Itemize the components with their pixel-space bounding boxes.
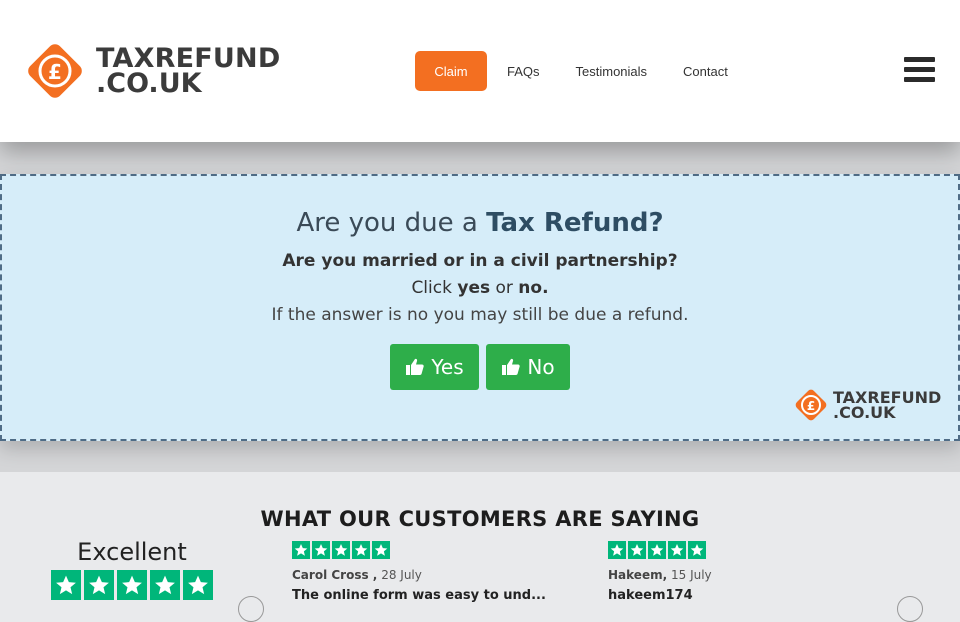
- review-meta: Carol Cross , 28 July: [292, 568, 422, 582]
- quiz-panel: Are you due a Tax Refund? Are you marrie…: [0, 174, 960, 441]
- star-icon: [332, 541, 350, 559]
- panel-logo: £ TAXREFUND .CO.UK: [792, 386, 941, 424]
- panel-logo-line2: .CO.UK: [833, 403, 896, 422]
- star-icon: [312, 541, 330, 559]
- reviewer-name: Hakeem: [608, 568, 663, 582]
- star-icon: [150, 570, 180, 600]
- quiz-question: Are you married or in a civil partnershi…: [282, 251, 678, 271]
- review-date: 15 July: [670, 568, 712, 582]
- site-header: £ TAXREFUND .CO.UK Claim FAQs Testimonia…: [0, 0, 960, 142]
- review-meta: Hakeem, 15 July: [608, 568, 712, 582]
- quiz-instruction: Click yes or no.: [411, 278, 549, 298]
- reviewer-name: Carol Cross: [292, 568, 369, 582]
- star-icon: [688, 541, 706, 559]
- quiz-title: Are you due a Tax Refund?: [296, 208, 664, 238]
- review-stars: [292, 541, 390, 559]
- star-icon: [668, 541, 686, 559]
- review-text[interactable]: The online form was easy to und...: [292, 588, 546, 603]
- reviews-heading: WHAT OUR CUSTOMERS ARE SAYING: [260, 507, 700, 531]
- star-icon: [117, 570, 147, 600]
- pound-logo-icon: £: [22, 38, 88, 104]
- pound-logo-icon: £: [795, 389, 827, 421]
- thumbs-up-icon: [502, 358, 521, 375]
- main-nav: Claim FAQs Testimonials Contact: [415, 51, 728, 91]
- no-button[interactable]: No: [486, 344, 570, 390]
- quiz-note: If the answer is no you may still be due…: [271, 305, 689, 325]
- no-button-label: No: [527, 355, 555, 379]
- star-icon: [183, 570, 213, 600]
- nav-link-contact[interactable]: Contact: [683, 64, 728, 79]
- logo-text-line2: .CO.UK: [96, 68, 202, 99]
- site-logo[interactable]: £ TAXREFUND .CO.UK: [22, 38, 280, 104]
- review-date: 28 July: [381, 568, 422, 582]
- svg-text:£: £: [807, 399, 815, 413]
- review-stars: [608, 541, 706, 559]
- rating-stars: [51, 570, 213, 600]
- star-icon: [608, 541, 626, 559]
- yes-button[interactable]: Yes: [390, 344, 479, 390]
- star-icon: [648, 541, 666, 559]
- star-icon: [51, 570, 81, 600]
- star-icon: [628, 541, 646, 559]
- nav-claim-button[interactable]: Claim: [415, 51, 487, 91]
- nav-link-faqs[interactable]: FAQs: [507, 64, 540, 79]
- rating-word: Excellent: [77, 538, 187, 566]
- star-icon: [372, 541, 390, 559]
- thumbs-up-icon: [406, 358, 425, 375]
- star-icon: [84, 570, 114, 600]
- nav-link-testimonials[interactable]: Testimonials: [576, 64, 648, 79]
- star-icon: [352, 541, 370, 559]
- review-text[interactable]: hakeem174: [608, 588, 693, 603]
- hamburger-menu-icon[interactable]: [904, 57, 935, 83]
- svg-text:£: £: [48, 60, 62, 84]
- star-icon: [292, 541, 310, 559]
- reviews-section: WHAT OUR CUSTOMERS ARE SAYING Excellent …: [0, 472, 960, 622]
- yes-button-label: Yes: [431, 355, 464, 379]
